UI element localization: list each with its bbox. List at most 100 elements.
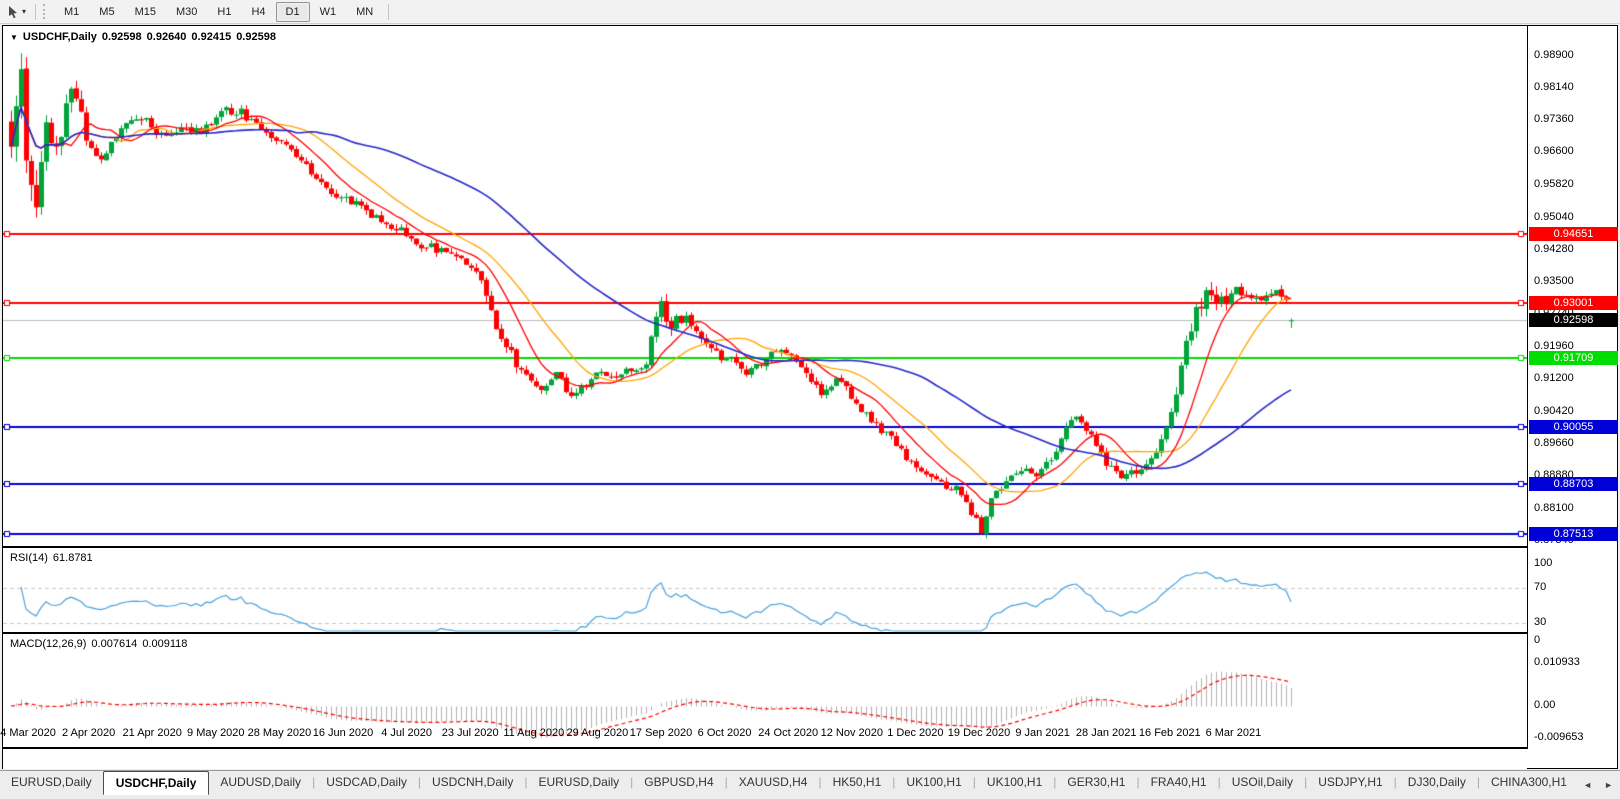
chart-tab-ger30-h1[interactable]: GER30,H1 <box>1056 771 1136 793</box>
rsi-canvas[interactable] <box>3 548 1527 632</box>
hline-price-badge: 0.87513 <box>1529 527 1618 541</box>
chart-tab-gbpusd-h4[interactable]: GBPUSD,H4 <box>633 771 724 793</box>
price-axis-label: 0.98140 <box>1534 81 1618 94</box>
price-axis-label: 0.98900 <box>1534 49 1618 62</box>
chart-tab-eurusd-daily[interactable]: EURUSD,Daily <box>527 771 630 793</box>
date-axis-label: 9 May 2020 <box>187 727 244 739</box>
chart-tab-usdjpy-h1[interactable]: USDJPY,H1 <box>1307 771 1393 793</box>
chart-tab-hk50-h1[interactable]: HK50,H1 <box>822 771 893 793</box>
price-chart-canvas[interactable] <box>3 26 1527 546</box>
chart-symbol-label: USDCHF,Daily <box>23 31 97 43</box>
timeframe-button-m1[interactable]: M1 <box>54 2 89 22</box>
date-axis-label: 16 Feb 2021 <box>1139 727 1201 739</box>
timeframe-button-m30[interactable]: M30 <box>166 2 207 22</box>
chart-tab-dj30-daily[interactable]: DJ30,Daily <box>1397 771 1477 793</box>
chart-collapse-icon[interactable]: ▼ <box>10 33 18 42</box>
price-axis-label: 0.90420 <box>1534 405 1618 418</box>
macd-label: MACD(12,26,9)0.0076140.009118 <box>10 638 187 650</box>
chart-tab-fra40-h1[interactable]: FRA40,H1 <box>1140 771 1218 793</box>
chart-tab-eurusd-daily[interactable]: EURUSD,Daily <box>0 771 103 793</box>
macd-axis-label: 0.00 <box>1534 699 1620 712</box>
chart-tab-usdcad-daily[interactable]: USDCAD,Daily <box>315 771 418 793</box>
date-axis[interactable] <box>3 749 1527 769</box>
rsi-axis-label: 70 <box>1534 581 1620 594</box>
price-axis-label: 0.97360 <box>1534 113 1618 126</box>
date-axis-label: 14 Mar 2020 <box>0 727 56 739</box>
rsi-axis-label: 0 <box>1534 634 1620 647</box>
date-axis-label: 4 Jul 2020 <box>381 727 432 739</box>
date-axis-label: 6 Oct 2020 <box>698 727 752 739</box>
timeframe-button-h4[interactable]: H4 <box>241 2 275 22</box>
timeframe-toolbar: ▾ M1M5M15M30H1H4D1W1MN <box>0 0 1620 24</box>
cursor-tool-button[interactable]: ▾ <box>3 3 30 21</box>
rsi-pane: RSI(14)61.8781 <box>3 548 1527 634</box>
chart-tab-china300-h1[interactable]: CHINA300,H1 <box>1480 771 1578 793</box>
macd-axis-label: 0.010933 <box>1534 656 1620 669</box>
date-axis-label: 12 Nov 2020 <box>821 727 883 739</box>
price-pane: ▼ USDCHF,Daily 0.92598 0.92640 0.92415 0… <box>3 26 1527 548</box>
price-axis-label: 0.91200 <box>1534 372 1618 385</box>
date-axis-label: 9 Jan 2021 <box>1015 727 1069 739</box>
timeframe-button-h1[interactable]: H1 <box>207 2 241 22</box>
hline-price-badge: 0.91709 <box>1529 351 1618 365</box>
toolbar-grip[interactable] <box>43 4 48 19</box>
date-axis-label: 1 Dec 2020 <box>887 727 943 739</box>
current-price-badge: 0.92598 <box>1529 313 1618 327</box>
chevron-down-icon: ▾ <box>22 7 26 16</box>
tab-scroll-controls: ◄► <box>1576 772 1620 798</box>
timeframe-button-m15[interactable]: M15 <box>125 2 166 22</box>
chart-tab-uk100-h1[interactable]: UK100,H1 <box>976 771 1053 793</box>
date-axis-label: 28 Jan 2021 <box>1076 727 1137 739</box>
cursor-arrow-icon <box>7 5 20 19</box>
rsi-axis-label: 30 <box>1534 616 1620 629</box>
chart-tab-audusd-daily[interactable]: AUDUSD,Daily <box>209 771 312 793</box>
tab-scroll-left-icon[interactable]: ◄ <box>1580 778 1595 792</box>
ohlc-close: 0.92598 <box>236 31 276 43</box>
price-axis-label: 0.95820 <box>1534 178 1618 191</box>
chart-title: ▼ USDCHF,Daily 0.92598 0.92640 0.92415 0… <box>10 31 276 43</box>
chart-tab-bar: EURUSD,DailyUSDCHF,DailyAUDUSD,Daily|USD… <box>0 770 1620 799</box>
price-axis-label: 0.93500 <box>1534 275 1618 288</box>
price-axis-label: 0.89660 <box>1534 437 1618 450</box>
ohlc-open: 0.92598 <box>102 31 142 43</box>
date-axis-label: 19 Dec 2020 <box>948 727 1010 739</box>
rsi-axis-label: 100 <box>1534 557 1620 570</box>
price-axis-label: 0.96600 <box>1534 145 1618 158</box>
chart-tab-usdchf-daily[interactable]: USDCHF,Daily <box>103 771 210 795</box>
tab-scroll-right-icon[interactable]: ► <box>1601 778 1616 792</box>
chart-tab-uk100-h1[interactable]: UK100,H1 <box>895 771 972 793</box>
date-axis-label: 2 Apr 2020 <box>62 727 115 739</box>
date-axis-label: 17 Sep 2020 <box>630 727 692 739</box>
timeframe-button-w1[interactable]: W1 <box>310 2 347 22</box>
hline-price-badge: 0.93001 <box>1529 296 1618 310</box>
rsi-label: RSI(14)61.8781 <box>10 552 93 564</box>
price-axis-border <box>1527 26 1528 749</box>
timeframe-button-mn[interactable]: MN <box>346 2 383 22</box>
date-axis-label: 21 Apr 2020 <box>123 727 182 739</box>
price-axis-label: 0.94280 <box>1534 243 1618 256</box>
chart-window: ▼ USDCHF,Daily 0.92598 0.92640 0.92415 0… <box>2 25 1618 769</box>
chart-tab-xauusd-h4[interactable]: XAUUSD,H4 <box>728 771 819 793</box>
hline-price-badge: 0.88703 <box>1529 477 1618 491</box>
price-axis-label: 0.88100 <box>1534 502 1618 515</box>
date-axis-label: 23 Jul 2020 <box>442 727 499 739</box>
macd-axis-label: -0.009653 <box>1534 731 1620 744</box>
toolbar-separator <box>388 4 389 20</box>
date-axis-label: 6 Mar 2021 <box>1206 727 1262 739</box>
hline-price-badge: 0.94651 <box>1529 227 1618 241</box>
date-axis-label: 29 Aug 2020 <box>566 727 628 739</box>
chart-tab-usdcnh-daily[interactable]: USDCNH,Daily <box>421 771 524 793</box>
date-axis-label: 11 Aug 2020 <box>503 727 564 739</box>
price-axis-label: 0.95040 <box>1534 211 1618 224</box>
hline-price-badge: 0.90055 <box>1529 420 1618 434</box>
timeframe-button-d1[interactable]: D1 <box>276 2 310 22</box>
ohlc-low: 0.92415 <box>191 31 231 43</box>
ohlc-high: 0.92640 <box>147 31 187 43</box>
chart-tab-usoil-daily[interactable]: USOil,Daily <box>1221 771 1304 793</box>
timeframe-buttons: M1M5M15M30H1H4D1W1MN <box>54 2 383 22</box>
date-axis-label: 16 Jun 2020 <box>313 727 374 739</box>
toolbar-separator <box>35 4 36 20</box>
date-axis-label: 28 May 2020 <box>248 727 312 739</box>
timeframe-button-m5[interactable]: M5 <box>89 2 124 22</box>
date-axis-label: 24 Oct 2020 <box>758 727 818 739</box>
